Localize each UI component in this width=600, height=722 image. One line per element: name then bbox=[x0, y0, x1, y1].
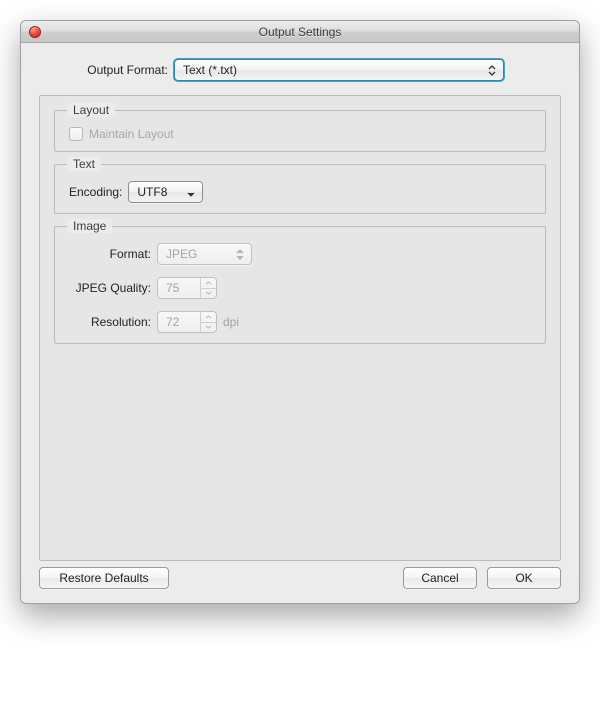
spacer bbox=[54, 356, 546, 546]
jpeg-quality-stepper: 75 bbox=[157, 277, 217, 299]
image-group: Image Format: JPEG JPEG Quality: 75 bbox=[54, 226, 546, 344]
resolution-unit: dpi bbox=[223, 315, 239, 329]
image-format-select: JPEG bbox=[157, 243, 252, 265]
output-format-select[interactable]: Text (*.txt) bbox=[174, 59, 504, 81]
restore-defaults-button[interactable]: Restore Defaults bbox=[39, 567, 169, 589]
text-group: Text Encoding: UTF8 bbox=[54, 164, 546, 214]
output-format-value: Text (*.txt) bbox=[183, 63, 237, 77]
window-title: Output Settings bbox=[259, 25, 342, 39]
resolution-row: Resolution: 72 dpi bbox=[69, 311, 531, 333]
image-format-row: Format: JPEG bbox=[69, 243, 531, 265]
cancel-button[interactable]: Cancel bbox=[403, 567, 477, 589]
updown-icon bbox=[234, 246, 246, 262]
titlebar: Output Settings bbox=[21, 21, 579, 43]
output-format-label: Output Format: bbox=[39, 63, 174, 77]
resolution-value: 72 bbox=[166, 315, 179, 329]
footer: Restore Defaults Cancel OK bbox=[39, 561, 561, 589]
close-icon[interactable] bbox=[29, 26, 41, 38]
resolution-stepper: 72 bbox=[157, 311, 217, 333]
stepper-icon bbox=[200, 312, 216, 332]
cancel-label: Cancel bbox=[421, 571, 458, 585]
image-format-value: JPEG bbox=[166, 247, 197, 261]
jpeg-quality-row: JPEG Quality: 75 bbox=[69, 277, 531, 299]
layout-legend: Layout bbox=[67, 103, 115, 117]
updown-icon bbox=[486, 62, 498, 78]
ok-button[interactable]: OK bbox=[487, 567, 561, 589]
encoding-value: UTF8 bbox=[137, 185, 167, 199]
image-format-label: Format: bbox=[69, 247, 157, 261]
maintain-layout-checkbox[interactable] bbox=[69, 127, 83, 141]
jpeg-quality-value: 75 bbox=[166, 281, 179, 295]
encoding-row: Encoding: UTF8 bbox=[69, 181, 531, 203]
text-legend: Text bbox=[67, 157, 101, 171]
jpeg-quality-label: JPEG Quality: bbox=[69, 281, 157, 295]
settings-group-area: Layout Maintain Layout Text Encoding: UT… bbox=[39, 95, 561, 561]
image-legend: Image bbox=[67, 219, 112, 233]
output-settings-window: Output Settings Output Format: Text (*.t… bbox=[20, 20, 580, 604]
chevron-down-icon bbox=[185, 184, 197, 200]
resolution-label: Resolution: bbox=[69, 315, 157, 329]
layout-group: Layout Maintain Layout bbox=[54, 110, 546, 152]
stepper-icon bbox=[200, 278, 216, 298]
ok-label: OK bbox=[515, 571, 532, 585]
output-format-row: Output Format: Text (*.txt) bbox=[39, 59, 561, 81]
maintain-layout-row: Maintain Layout bbox=[69, 127, 531, 141]
encoding-label: Encoding: bbox=[69, 185, 128, 199]
maintain-layout-label: Maintain Layout bbox=[89, 127, 174, 141]
restore-defaults-label: Restore Defaults bbox=[59, 571, 148, 585]
encoding-select[interactable]: UTF8 bbox=[128, 181, 203, 203]
content-area: Output Format: Text (*.txt) Layout Maint… bbox=[21, 43, 579, 603]
